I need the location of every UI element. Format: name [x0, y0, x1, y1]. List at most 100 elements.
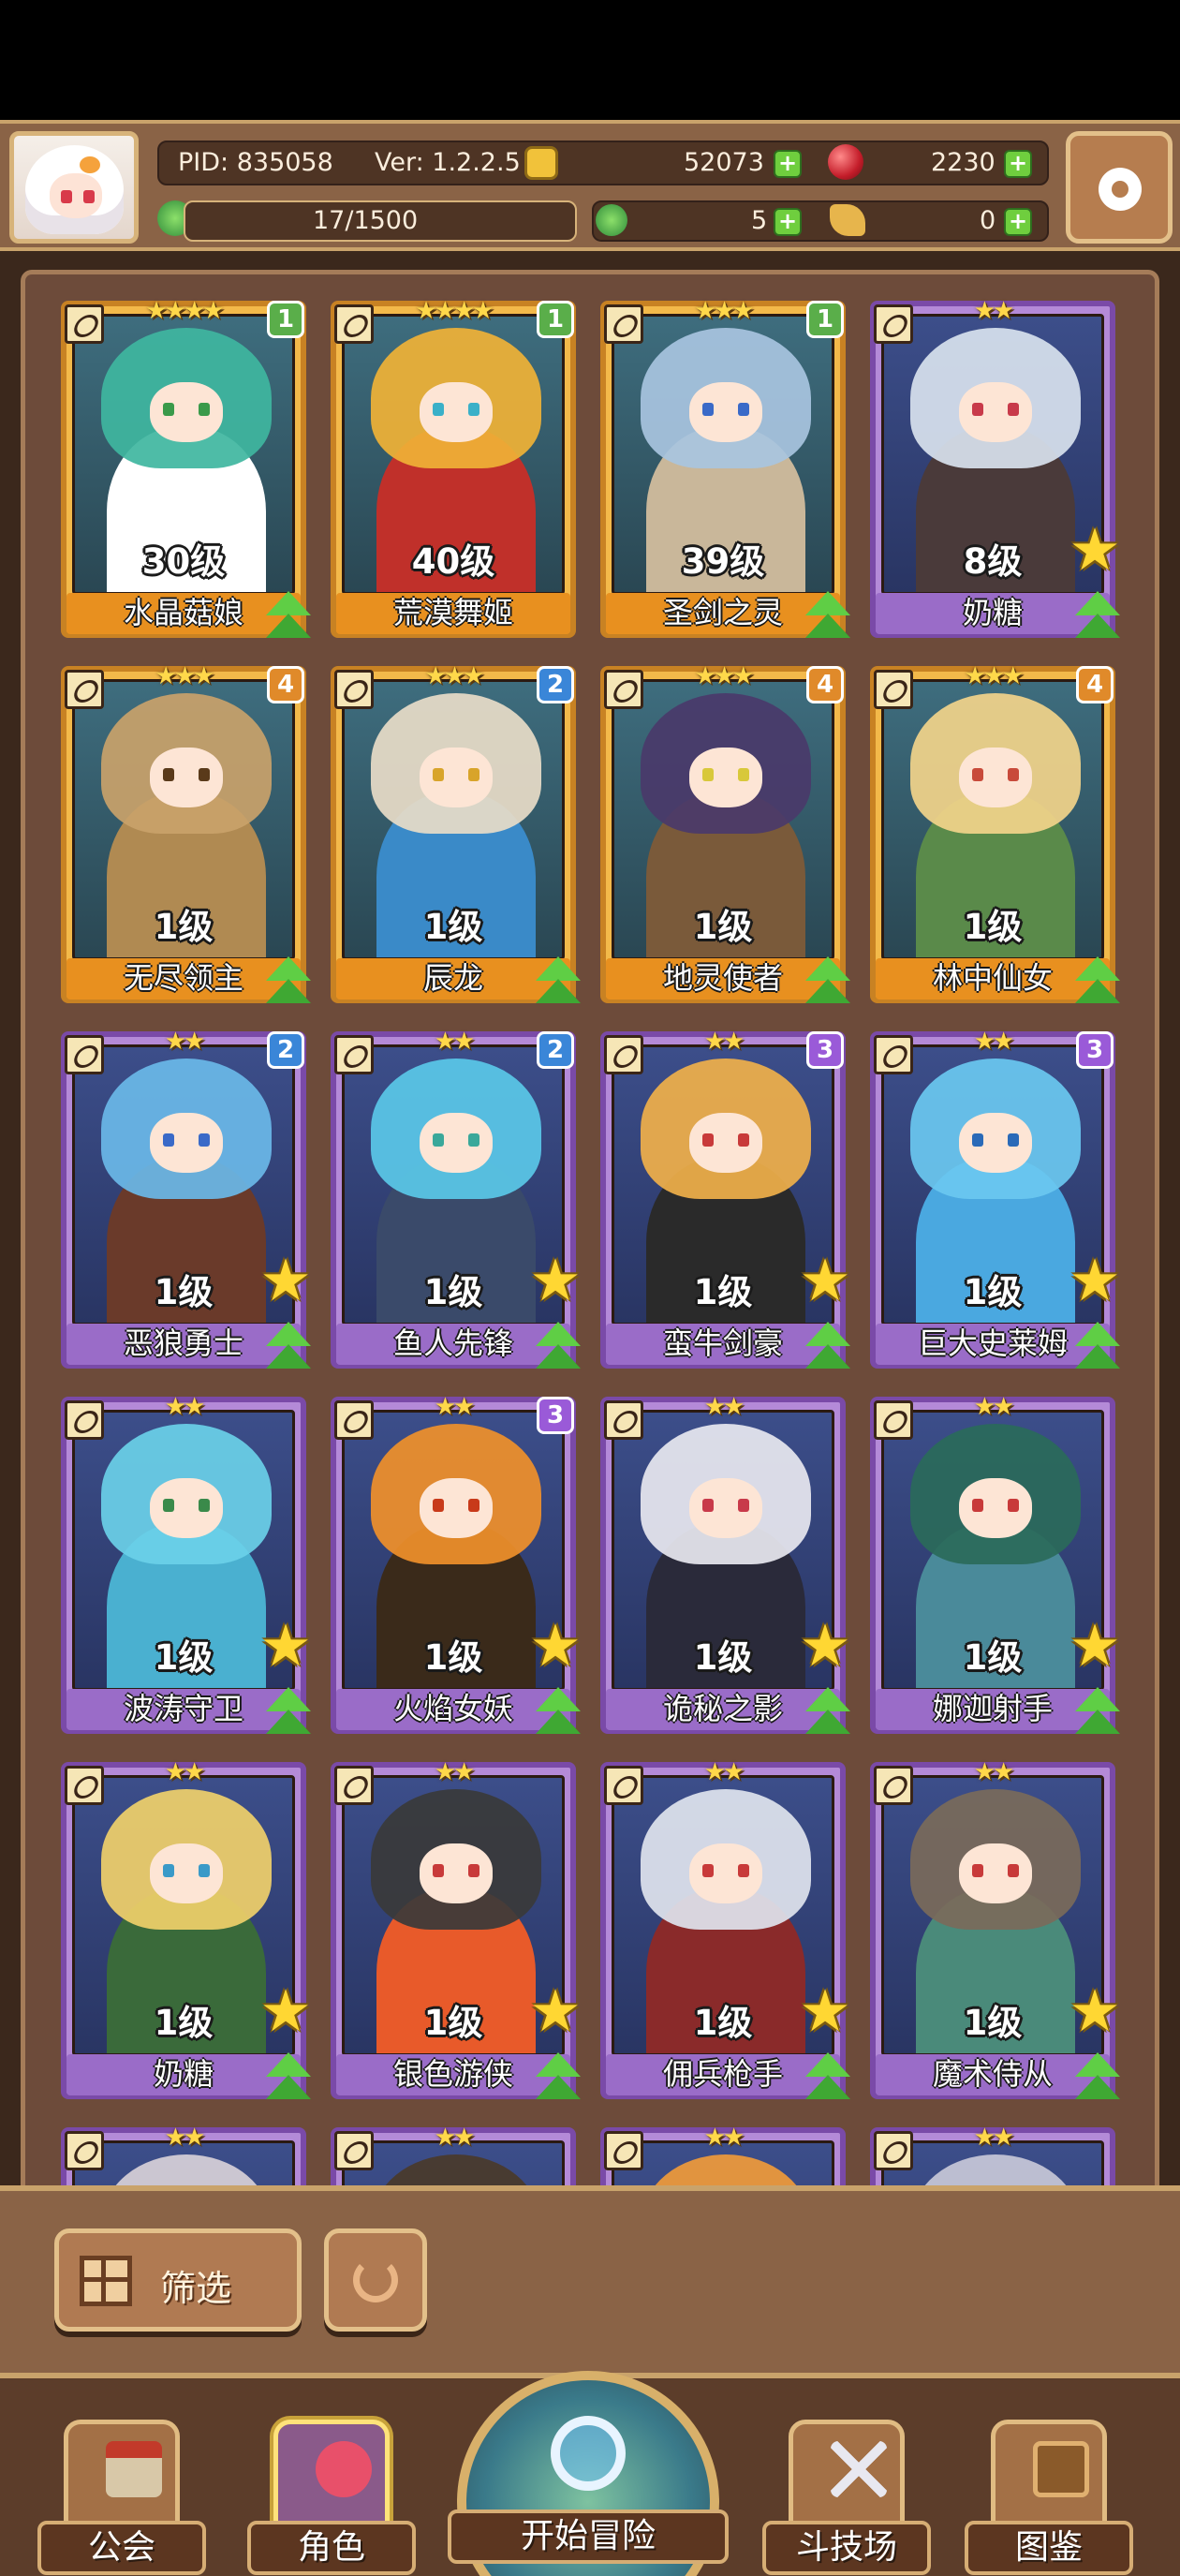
count-badge: 1 — [537, 301, 574, 338]
character-card[interactable]: ★★ 1级 佣兵枪手 ★ — [600, 1758, 851, 2099]
guild-house-icon — [106, 2441, 162, 2497]
character-card[interactable]: ★★ 3 1级 巨大史莱姆 ★ — [870, 1028, 1121, 1369]
upgrade-arrow-icon — [803, 591, 853, 642]
nav-start-label: 开始冒险 — [448, 2509, 729, 2564]
key-amount: 0 — [980, 206, 996, 235]
character-card[interactable]: ★★ 1级 银色游侠 ★ — [331, 1758, 582, 2099]
clover-icon — [596, 204, 627, 236]
character-card[interactable]: ★★★ 4 1级 林中仙女 — [870, 662, 1120, 1003]
upgrade-arrow-icon — [263, 2052, 314, 2103]
character-card[interactable]: ★★★ 4 1级 无尽领主 — [61, 662, 311, 1003]
star-up-icon: ★ — [529, 1976, 582, 2045]
upgrade-arrow-icon — [533, 1687, 583, 1738]
character-card[interactable]: ★★★★ 1 30级 水晶菇娘 — [61, 297, 311, 638]
character-card[interactable]: ★★ 1级 波涛守卫 ★ — [61, 1393, 312, 1734]
count-badge: 4 — [806, 666, 844, 703]
count-badge: 2 — [537, 1031, 574, 1069]
character-level: 30级 — [141, 541, 226, 582]
nav-codex-label: 图鉴 — [965, 2521, 1133, 2575]
gold-coin-icon — [524, 146, 558, 180]
gear-icon — [1099, 168, 1142, 211]
star-up-icon: ★ — [799, 1611, 851, 1680]
character-card[interactable]: ★★ 8级 奶糖 ★ — [870, 297, 1121, 638]
star-up-icon: ★ — [1069, 1611, 1121, 1680]
character-card[interactable]: ★★★ 4 1级 地灵使者 — [600, 662, 850, 1003]
refresh-button[interactable] — [324, 2228, 427, 2332]
upgrade-arrow-icon — [1072, 1322, 1123, 1372]
star-up-icon: ★ — [799, 1976, 851, 2045]
rarity-stars: ★★ — [973, 297, 1015, 325]
count-badge: 4 — [267, 666, 304, 703]
star-up-icon: ★ — [259, 1611, 312, 1680]
character-card[interactable]: ★★ 3 1级 火焰女妖 ★ — [331, 1393, 582, 1734]
upgrade-arrow-icon — [803, 956, 853, 1007]
gem-amount: 2230 — [931, 148, 996, 177]
star-up-icon: ★ — [799, 1246, 851, 1314]
add-gold-button[interactable]: + — [774, 150, 802, 178]
character-card[interactable]: ★★ 1级 娜迦射手 ★ — [870, 1393, 1121, 1734]
star-up-icon: ★ — [529, 1246, 582, 1314]
character-card[interactable]: ★★ 2 1级 恶狼勇士 ★ — [61, 1028, 312, 1369]
settings-button[interactable] — [1066, 131, 1173, 244]
star-up-icon: ★ — [259, 1976, 312, 2045]
character-card[interactable]: ★★ 1级 魔术侍从 ★ — [870, 1758, 1121, 2099]
character-level: 1级 — [963, 907, 1023, 947]
upgrade-arrow-icon — [803, 1322, 853, 1372]
nav-start-adventure[interactable]: 开始冒险 — [448, 2371, 729, 2576]
nav-codex[interactable]: 图鉴 — [965, 2420, 1133, 2576]
filter-button[interactable]: 筛选 — [54, 2228, 302, 2332]
character-card[interactable]: ★★★★ 1 40级 荒漠舞姬 — [331, 297, 576, 638]
upgrade-arrow-icon — [803, 1687, 853, 1738]
magnifier-icon — [551, 2416, 626, 2491]
upgrade-arrow-icon — [803, 2052, 853, 2103]
rarity-stars: ★★ — [434, 1758, 476, 1786]
character-grid[interactable]: ★★★★ 1 30级 水晶菇娘 ★★★★ 1 40级 荒漠舞姬 ★★★ 1 39级 圣剑之灵 ★★ 8级奶… — [21, 270, 1159, 2199]
character-level: 1级 — [693, 907, 753, 947]
nav-guild[interactable]: 公会 — [37, 2420, 206, 2576]
add-clover-button[interactable]: + — [774, 208, 802, 236]
rarity-stars: ★★ — [973, 1393, 1015, 1421]
character-level: 39级 — [681, 541, 765, 582]
game-version: Ver: 1.2.2.5 — [375, 148, 521, 177]
upgrade-arrow-icon — [1072, 1687, 1123, 1738]
nav-character[interactable]: 角色 — [247, 2420, 416, 2576]
crossed-swords-icon — [831, 2441, 887, 2497]
count-badge: 4 — [1076, 666, 1114, 703]
add-gems-button[interactable]: + — [1004, 150, 1032, 178]
refresh-icon — [353, 2258, 398, 2302]
upgrade-arrow-icon — [1072, 956, 1123, 1007]
character-card[interactable]: ★★★ 2 1级 辰龙 — [331, 662, 581, 1003]
filter-label: 筛选 — [160, 2268, 232, 2309]
star-up-icon: ★ — [259, 1246, 312, 1314]
player-avatar[interactable] — [9, 131, 139, 244]
character-card[interactable]: ★★ 2 1级 鱼人先锋 ★ — [331, 1028, 582, 1369]
upgrade-arrow-icon — [1072, 591, 1123, 642]
upgrade-arrow-icon — [533, 1322, 583, 1372]
upgrade-arrow-icon — [263, 1322, 314, 1372]
action-bar: 筛选 — [0, 2185, 1180, 2373]
character-panel: ★★★★ 1 30级 水晶菇娘 ★★★★ 1 40级 荒漠舞姬 ★★★ 1 39级 圣剑之灵 ★★ 8级奶… — [0, 251, 1180, 2199]
character-level: 1级 — [423, 907, 483, 947]
count-badge: 3 — [1076, 1031, 1114, 1069]
rarity-stars: ★★ — [703, 1393, 745, 1421]
character-card[interactable]: ★★ 1级 诡秘之影 ★ — [600, 1393, 851, 1734]
character-card[interactable]: ★★ 3 1级 蛮牛剑豪 ★ — [600, 1028, 851, 1369]
key-icon — [830, 204, 865, 236]
rarity-stars: ★★ — [164, 2124, 206, 2152]
red-gem-icon — [828, 144, 863, 180]
character-level: 40级 — [411, 541, 495, 582]
nav-arena[interactable]: 斗技场 — [762, 2420, 931, 2576]
rarity-stars: ★★ — [973, 2124, 1015, 2152]
rarity-stars: ★★ — [703, 1758, 745, 1786]
add-keys-button[interactable]: + — [1004, 208, 1032, 236]
top-status-bar: PID: 835058 Ver: 1.2.2.5 52073 + 2230 + … — [0, 120, 1180, 251]
bottom-navigation: 公会 角色 开始冒险 斗技场 图鉴 — [0, 2371, 1180, 2576]
star-up-icon: ★ — [1069, 1246, 1121, 1314]
count-badge: 2 — [537, 666, 574, 703]
upgrade-arrow-icon — [263, 956, 314, 1007]
count-badge: 3 — [537, 1397, 574, 1434]
upgrade-arrow-icon — [263, 591, 314, 642]
book-icon — [1033, 2441, 1089, 2497]
character-card[interactable]: ★★ 1级 奶糖 ★ — [61, 1758, 312, 2099]
character-card[interactable]: ★★★ 1 39级 圣剑之灵 — [600, 297, 850, 638]
